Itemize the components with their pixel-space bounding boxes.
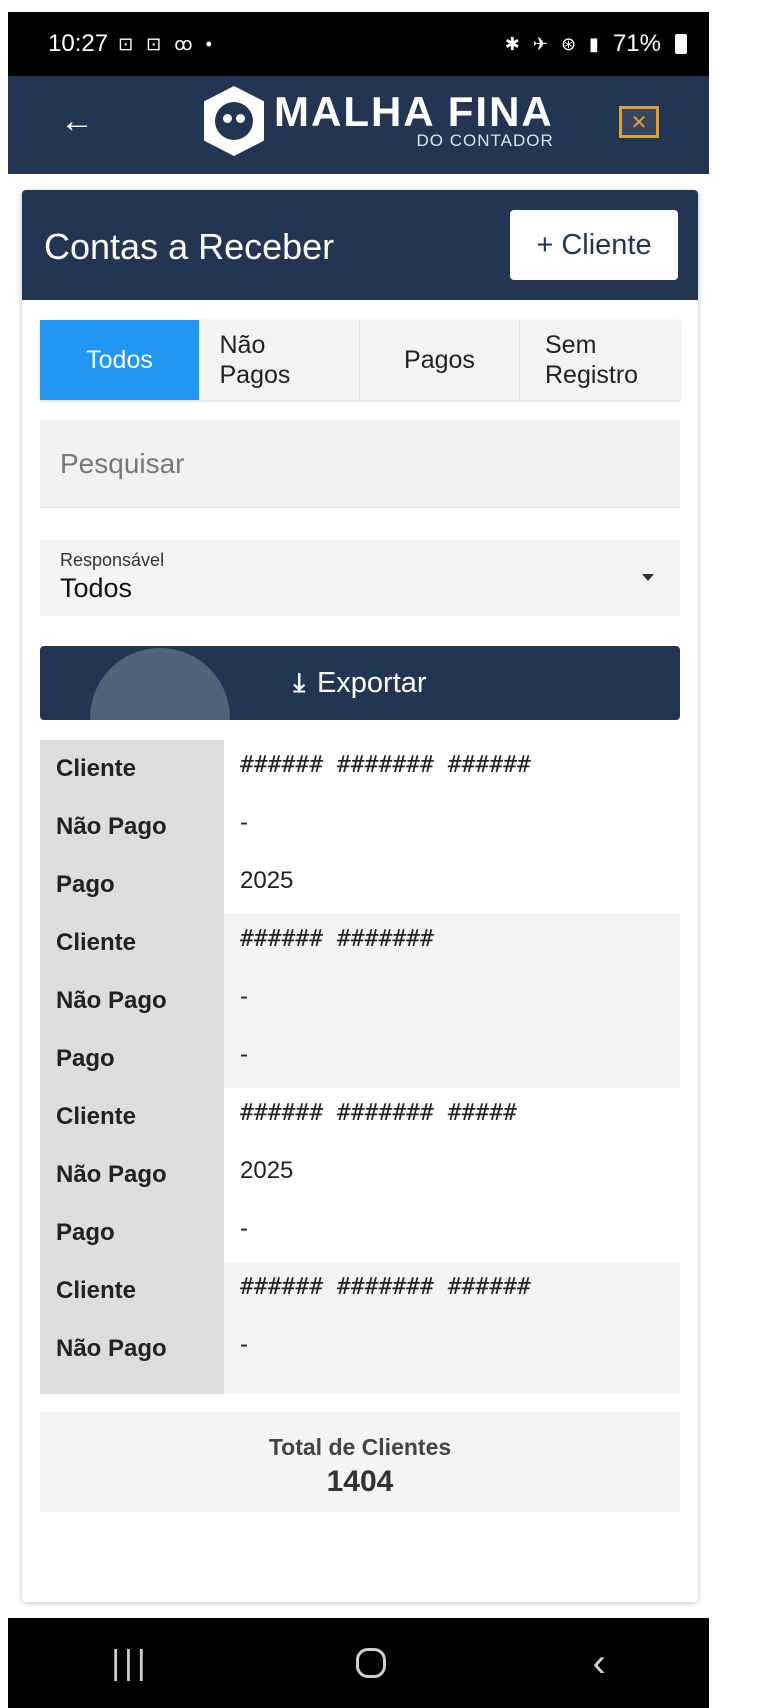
value-nao-pago: - [240,1331,248,1358]
export-button[interactable]: ⤓ Exportar [40,646,680,720]
search-input[interactable] [40,420,680,508]
system-nav-bar: ||| ‹ [8,1618,709,1708]
list-item[interactable]: Cliente Não Pago Pago ###### ####### ###… [40,1262,680,1394]
system-icons: ✱ ✈ ⊛ ▮ [504,33,603,54]
close-ad-button[interactable]: ✕ [619,106,659,138]
record-labels: Cliente Não Pago Pago [40,1088,224,1262]
home-icon[interactable] [356,1648,387,1678]
client-list[interactable]: Cliente Não Pago Pago ###### ####### ###… [40,740,680,1394]
select-label: Responsável [60,550,165,570]
notification-icons: ⊡ ⊡ ꝏ • [118,33,216,54]
accounts-receivable-card: Contas a Receber + Cliente Todos Não Pag… [22,190,698,1602]
select-value: Todos [60,573,133,603]
value-cliente: ###### ####### ###### [240,752,531,778]
filter-tabs: Todos Não Pagos Pagos Sem Registro [40,320,680,400]
value-cliente: ###### ####### ##### [240,1100,517,1126]
value-pago: - [240,1215,248,1242]
value-nao-pago: 2025 [240,1157,294,1184]
download-icon: ⤓ [293,667,305,697]
record-values: ###### ####### ###### - [224,1262,680,1394]
app-header: ← MALHA FINA DO CONTADOR ✕ [8,76,709,174]
value-nao-pago: - [240,983,248,1010]
record-values: ###### ####### ##### 2025 - [224,1088,680,1262]
value-pago: - [240,1041,248,1068]
status-left: 10:27 ⊡ ⊡ ꝏ • [48,30,216,58]
tab-label: Pagos [404,346,475,374]
label-cliente: Cliente [56,1103,137,1130]
nav-back-icon[interactable]: ‹ [592,1641,605,1686]
frame-left [0,0,8,1708]
label-cliente: Cliente [56,755,137,782]
logo-face [215,102,253,140]
total-label: Total de Clientes [268,1434,452,1460]
label-nao-pago: Não Pago [56,1161,167,1188]
label-pago: Pago [56,1378,224,1394]
logo-text: MALHA FINA DO CONTADOR [274,91,554,151]
status-right: ✱ ✈ ⊛ ▮ 71% [505,30,687,58]
total-value: 1404 [326,1465,394,1498]
label-cliente: Cliente [56,929,137,956]
value-cliente: ###### ####### ###### [240,1274,531,1300]
recent-apps-icon[interactable]: ||| [111,1644,150,1683]
page-title: Contas a Receber [44,226,335,267]
battery-level: 71% [612,30,661,57]
tab-nao-pagos[interactable]: Não Pagos [200,320,360,400]
record-labels: Cliente Não Pago Pago [40,740,224,914]
logo-sub-text: DO CONTADOR [416,131,554,150]
record-values: ###### ####### ###### - 2025 [224,740,680,914]
label-pago: Pago [56,871,115,898]
tab-label: Não Pagos [219,331,291,389]
label-pago: Pago [56,1045,115,1072]
tab-todos[interactable]: Todos [40,320,200,400]
tab-pagos[interactable]: Pagos [360,320,520,400]
tab-sem-registro[interactable]: Sem Registro [520,320,680,400]
label-nao-pago: Não Pago [56,987,167,1014]
status-time: 10:27 [48,30,109,57]
label-nao-pago: Não Pago [56,1335,167,1362]
card-header: Contas a Receber + Cliente [22,190,698,300]
record-labels: Cliente Não Pago Pago [40,1262,224,1394]
label-nao-pago: Não Pago [56,813,167,840]
value-pago [240,1378,680,1394]
battery-icon [675,34,687,54]
ripple-effect [90,648,230,720]
total-clients-box: Total de Clientes 1404 [40,1412,680,1512]
frame-right [709,0,769,1708]
responsavel-select[interactable]: Responsável Todos [40,540,680,616]
status-bar: 10:27 ⊡ ⊡ ꝏ • ✱ ✈ ⊛ ▮ 71% [8,12,709,76]
label-pago: Pago [56,1219,115,1246]
back-arrow-icon[interactable]: ← [60,102,94,141]
record-values: ###### ####### - - [224,914,680,1088]
caret-down-icon [642,574,654,581]
label-cliente: Cliente [56,1277,137,1304]
logo-main-text: MALHA FINA [274,88,554,135]
value-pago: 2025 [240,867,294,894]
add-client-button[interactable]: + Cliente [510,210,678,280]
close-icon: ✕ [630,111,648,134]
lion-logo-icon [204,86,264,156]
logo: MALHA FINA DO CONTADOR [204,86,554,156]
list-item[interactable]: Cliente Não Pago Pago ###### ####### - - [40,914,680,1088]
list-item[interactable]: Cliente Não Pago Pago ###### ####### ###… [40,740,680,914]
value-cliente: ###### ####### [240,926,434,952]
export-label: Exportar [316,666,427,699]
value-nao-pago: - [240,809,248,836]
tab-label: Todos [86,346,153,374]
record-labels: Cliente Não Pago Pago [40,914,224,1088]
list-item[interactable]: Cliente Não Pago Pago ###### ####### ###… [40,1088,680,1262]
tab-label: Sem Registro [545,331,639,389]
